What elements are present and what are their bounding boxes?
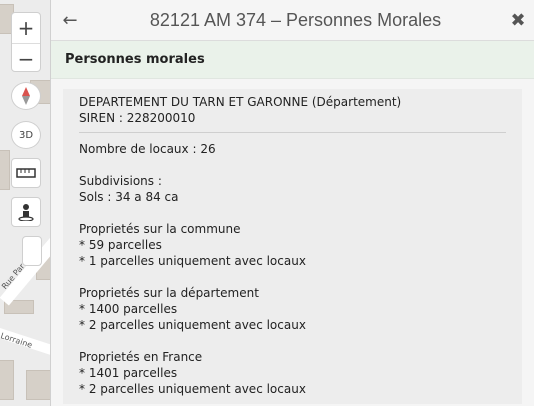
departement-label: Proprietés sur la département — [79, 286, 259, 300]
back-arrow-icon[interactable]: ← — [51, 10, 89, 31]
map-building — [0, 150, 10, 190]
map-building — [0, 360, 14, 400]
street-view-button[interactable] — [11, 197, 41, 227]
3d-label: 3D — [18, 129, 34, 141]
map-view[interactable]: Rue Par Lorraine + − 3D — [0, 0, 50, 406]
commune-block: Proprietés sur la commune * 59 parcelles… — [79, 221, 506, 269]
locaux-count: Nombre de locaux : 26 — [79, 142, 216, 156]
owner-siren: SIREN : 228200010 — [79, 111, 196, 125]
measure-button[interactable] — [11, 158, 41, 188]
france-parcelles: * 1401 parcelles — [79, 366, 178, 380]
map-building — [26, 370, 50, 400]
departement-block: Proprietés sur la département * 1400 par… — [79, 285, 506, 333]
locaux-block: Nombre de locaux : 26 — [79, 141, 506, 157]
zoom-control: + − — [11, 12, 41, 72]
owner-details: DEPARTEMENT DU TARN ET GARONNE (Départem… — [63, 89, 522, 404]
info-panel: ← 82121 AM 374 – Personnes Morales ✖ Per… — [50, 0, 534, 406]
3d-view-button[interactable]: 3D — [11, 121, 41, 149]
subdivisions-block: Subdivisions : Sols : 34 a 84 ca — [79, 173, 506, 205]
owner-name: DEPARTEMENT DU TARN ET GARONNE (Départem… — [79, 95, 402, 109]
close-icon[interactable]: ✖ — [502, 10, 534, 31]
slider-handle[interactable] — [22, 236, 42, 266]
owner-block: DEPARTEMENT DU TARN ET GARONNE (Départem… — [79, 94, 506, 133]
france-block: Proprietés en France * 1401 parcelles * … — [79, 349, 506, 397]
section-title: Personnes morales — [51, 41, 534, 79]
zoom-in-button[interactable]: + — [12, 13, 40, 43]
france-avec-locaux: * 2 parcelles uniquement avec locaux — [79, 382, 306, 396]
panel-header: ← 82121 AM 374 – Personnes Morales ✖ — [51, 0, 534, 41]
departement-parcelles: * 1400 parcelles — [79, 302, 178, 316]
subdivisions-label: Subdivisions : — [79, 174, 162, 188]
pegman-icon — [18, 204, 34, 221]
zoom-out-button[interactable]: − — [12, 43, 40, 73]
compass-button[interactable] — [11, 82, 41, 110]
panel-title: 82121 AM 374 – Personnes Morales — [149, 9, 442, 30]
departement-avec-locaux: * 2 parcelles uniquement avec locaux — [79, 318, 306, 332]
subdivisions-value: Sols : 34 a 84 ca — [79, 190, 179, 204]
compass-arrow-icon — [22, 87, 30, 105]
commune-label: Proprietés sur la commune — [79, 222, 241, 236]
commune-parcelles: * 59 parcelles — [79, 238, 162, 252]
ruler-icon — [16, 168, 36, 178]
commune-avec-locaux: * 1 parcelles uniquement avec locaux — [79, 254, 306, 268]
france-label: Proprietés en France — [79, 350, 203, 364]
